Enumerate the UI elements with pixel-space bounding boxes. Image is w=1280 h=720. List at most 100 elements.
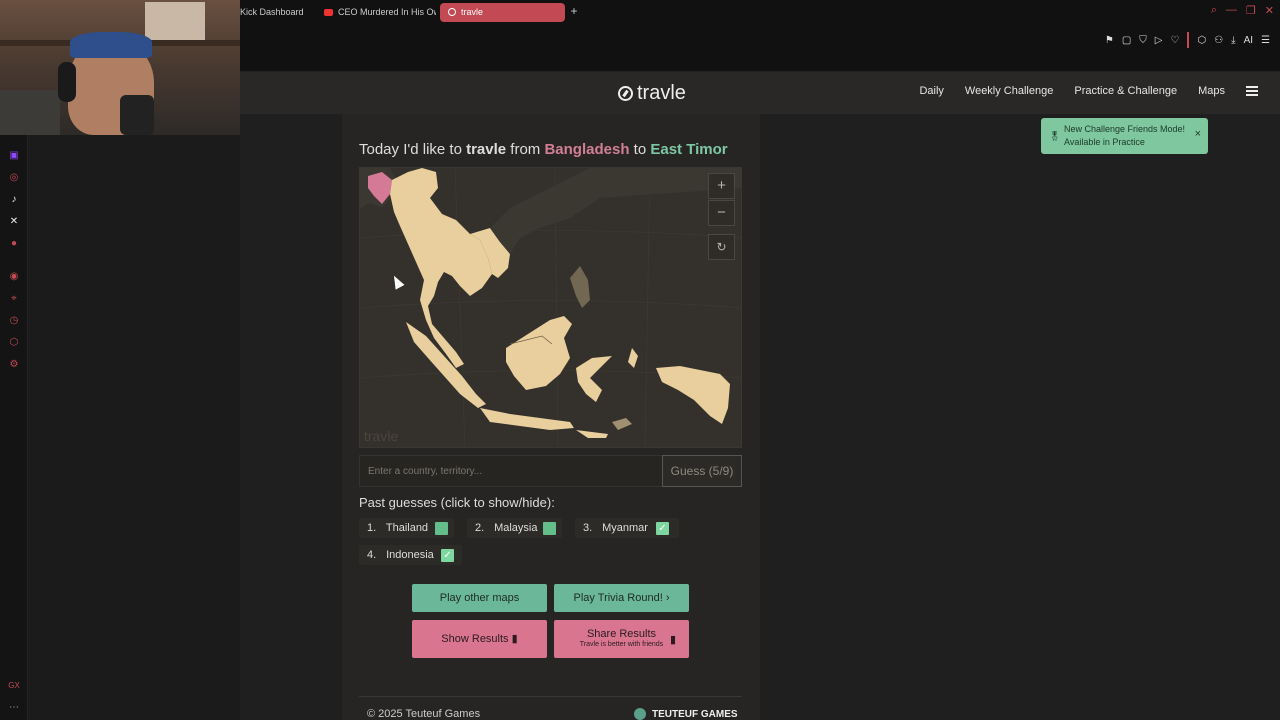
china-land [490, 168, 741, 254]
guess-chip-malaysia[interactable]: 2. Malaysia [467, 518, 562, 538]
guess-button[interactable]: Guess (5/9) [662, 455, 742, 487]
toast-close-button[interactable]: × [1195, 128, 1201, 141]
zoom-out-button[interactable]: − [708, 200, 735, 226]
minimize-icon[interactable]: — [1226, 4, 1237, 17]
map-view[interactable]: travle + − ↻ [359, 167, 742, 448]
heart-icon[interactable]: ♡ [1170, 35, 1179, 46]
tab-travle[interactable]: travle [440, 3, 565, 22]
extensions-icon[interactable]: ⬡ [7, 336, 21, 350]
tab-label: Kick Dashboard [240, 7, 304, 17]
travle-icon [448, 8, 456, 16]
notification-toast: 🎖 New Challenge Friends Mode! Available … [1041, 118, 1208, 154]
country-guess-input[interactable] [359, 455, 663, 487]
history-icon[interactable]: ◷ [7, 314, 21, 328]
game-panel: Today I'd like to travle from Bangladesh… [342, 114, 760, 720]
reset-map-button[interactable]: ↻ [708, 234, 735, 260]
medal-icon: 🎖 [1049, 131, 1061, 141]
puzzle-headline: Today I'd like to travle from Bangladesh… [359, 141, 728, 158]
player-icon[interactable]: ◉ [7, 270, 21, 284]
guess-country: Malaysia [494, 522, 538, 534]
nav-weekly-challenge[interactable]: Weekly Challenge [965, 85, 1053, 97]
site-nav: travle Daily Weekly Challenge Practice &… [240, 72, 1280, 114]
map-watermark: travle [364, 428, 399, 444]
nav-practice-challenge[interactable]: Practice & Challenge [1074, 85, 1177, 97]
tiktok-icon[interactable]: ♪ [7, 193, 21, 207]
guess-index: 3. [583, 522, 593, 534]
hamburger-menu-icon[interactable] [1246, 86, 1258, 96]
tab-youtube[interactable]: CEO Murdered In His Own [316, 3, 436, 22]
headline-from-word: from [510, 141, 541, 158]
guess-country: Indonesia [386, 549, 434, 561]
button-sublabel: Travle is better with friends [579, 641, 664, 648]
headline-to-word: to [633, 141, 647, 158]
guess-country: Thailand [385, 522, 429, 534]
past-guesses-label: Past guesses (click to show/hide): [359, 495, 555, 510]
show-results-button[interactable]: Show Results ▮ [412, 620, 547, 658]
guess-index: 2. [475, 522, 485, 534]
play-trivia-button[interactable]: Play Trivia Round! › [554, 584, 689, 612]
toast-line-1: New Challenge Friends Mode! [1064, 124, 1186, 134]
target-country: East Timor [650, 141, 728, 158]
chair [0, 90, 60, 135]
extensions-icon[interactable]: ⬡ [1197, 35, 1206, 46]
lesser-sunda-shape [576, 430, 608, 438]
start-country: Bangladesh [544, 141, 630, 158]
shield-icon[interactable]: ⛉ [1139, 35, 1147, 46]
messenger-icon[interactable]: ● [7, 237, 21, 251]
play-other-maps-button[interactable]: Play other maps [412, 584, 547, 612]
zoom-in-button[interactable]: + [708, 173, 735, 199]
brand-text: TEUTEUF GAMES [652, 708, 738, 720]
window-controls: ⌕ — ❐ ✕ [1211, 4, 1274, 17]
footer-brand[interactable]: TEUTEUF GAMES [634, 708, 738, 720]
pin-icon[interactable]: ⌖ [7, 292, 21, 306]
download-icon[interactable]: ⤓ [1231, 35, 1235, 46]
sumatra-shape [406, 322, 486, 408]
menu-icon[interactable]: ☰ [1261, 35, 1270, 46]
guess-chip-myanmar[interactable]: 3. Myanmar ✓ [575, 518, 679, 538]
nav-daily[interactable]: Daily [919, 85, 943, 97]
gx-icon[interactable]: GX [7, 679, 21, 693]
guess-index: 1. [367, 522, 377, 534]
site-logo[interactable]: travle [618, 81, 686, 105]
guess-index: 4. [367, 549, 377, 561]
restore-icon[interactable]: ❐ [1246, 4, 1256, 17]
ai-button[interactable]: AI [1244, 35, 1253, 46]
toolbar-separator [1187, 32, 1190, 48]
status-square-icon [543, 522, 556, 535]
borneo-shape [506, 316, 572, 390]
travle-page: travle Daily Weekly Challenge Practice &… [240, 72, 1280, 720]
new-tab-button[interactable]: + [568, 5, 580, 18]
east-timor-shape [612, 418, 632, 430]
share-results-button[interactable]: Share Results Travle is better with frie… [554, 620, 689, 658]
close-icon[interactable]: ✕ [1265, 4, 1274, 17]
webcam-overlay [0, 0, 240, 135]
instagram-icon[interactable]: ◎ [7, 171, 21, 185]
play-icon[interactable]: ▷ [1155, 35, 1163, 46]
tab-kick-dashboard[interactable]: Kick Dashboard [232, 3, 314, 22]
twitch-icon[interactable]: ▣ [7, 149, 21, 163]
guess-chip-thailand[interactable]: 1. Thailand [359, 518, 454, 538]
footer-divider [359, 696, 742, 697]
new-guinea-shape [656, 366, 730, 424]
youtube-icon [324, 9, 333, 16]
x-icon[interactable]: ✕ [7, 215, 21, 229]
southeast-asia-map [360, 168, 741, 447]
profile-icon[interactable]: ⚇ [1214, 35, 1223, 46]
checkmark-icon: ✓ [441, 549, 454, 562]
button-label: Play Trivia Round! [573, 592, 663, 604]
nav-maps[interactable]: Maps [1198, 85, 1225, 97]
philippines-shape [570, 266, 590, 308]
snapshot-icon[interactable]: ▢ [1122, 35, 1131, 46]
guess-chip-indonesia[interactable]: 4. Indonesia ✓ [359, 545, 462, 565]
more-icon[interactable]: ⋯ [7, 701, 21, 715]
button-label: Share Results [586, 628, 657, 640]
java-shape [480, 408, 574, 430]
search-icon[interactable]: ⌕ [1211, 4, 1217, 17]
settings-icon[interactable]: ⚙ [7, 358, 21, 372]
clipboard-icon: ▮ [669, 634, 676, 646]
browser-sidebar: ▣ ◎ ♪ ✕ ● ◉ ⌖ ◷ ⬡ ⚙ GX ⋯ [0, 72, 28, 720]
mainland-southeast-asia [390, 168, 492, 368]
globe-icon [634, 708, 646, 720]
status-square-icon [435, 522, 448, 535]
bookmark-icon[interactable]: ⚑ [1105, 35, 1114, 46]
